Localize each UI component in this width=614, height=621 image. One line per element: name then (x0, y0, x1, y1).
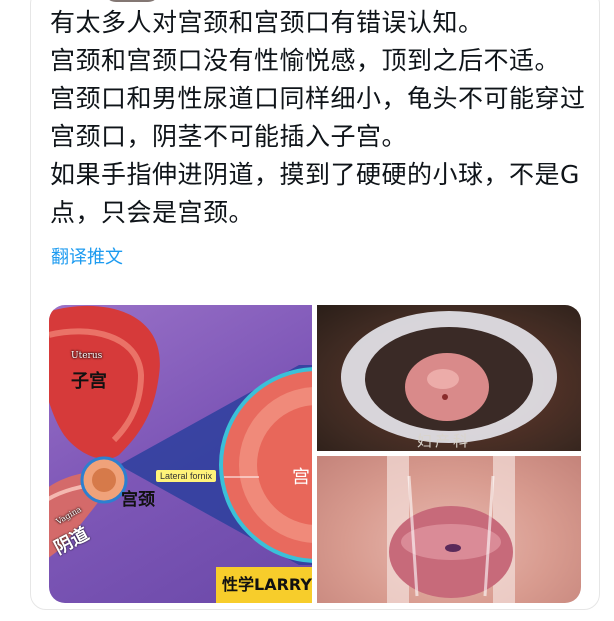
photo-watermark: 妇产科 (417, 432, 472, 450)
translate-tweet-link[interactable]: 翻译推文 (51, 243, 123, 269)
speculum-photo-top[interactable]: 妇产科 (317, 305, 581, 451)
label-uterus-en: Uterus (71, 351, 103, 361)
label-cervix-partial: 宫 (292, 467, 310, 488)
watermark-banner: 性学LARRY老 (216, 567, 312, 603)
anatomy-diagram-svg (49, 305, 312, 565)
tweet-line-3: 宫颈口和男性尿道口同样细小，龟头不可能穿过宫颈口，阴茎不可能插入子宫。 (50, 84, 586, 151)
label-lateral-fornix: Lateral fornix (156, 470, 217, 482)
label-uterus-zh: 子宫 (71, 371, 107, 392)
speculum-photo-bottom[interactable] (317, 456, 581, 603)
tweet-line-4: 如果手指伸进阴道，摸到了硬硬的小球，不是G点，只会是宫颈。 (50, 160, 580, 227)
tweet-text: 有太多人对宫颈和宫颈口有错误认知。 宫颈和宫颈口没有性愉悦感，顶到之后不适。 宫… (50, 4, 590, 232)
anatomy-diagram-image[interactable]: Uterus 子宫 宫颈 Lateral fornix Vagina 阴道 宫 … (49, 305, 312, 603)
label-cervix-zh: 宫颈 (121, 490, 155, 510)
media-grid[interactable]: Uterus 子宫 宫颈 Lateral fornix Vagina 阴道 宫 … (49, 305, 581, 603)
tweet-line-2: 宫颈和宫颈口没有性愉悦感，顶到之后不适。 (50, 46, 561, 75)
tweet-line-1: 有太多人对宫颈和宫颈口有错误认知。 (50, 8, 484, 37)
